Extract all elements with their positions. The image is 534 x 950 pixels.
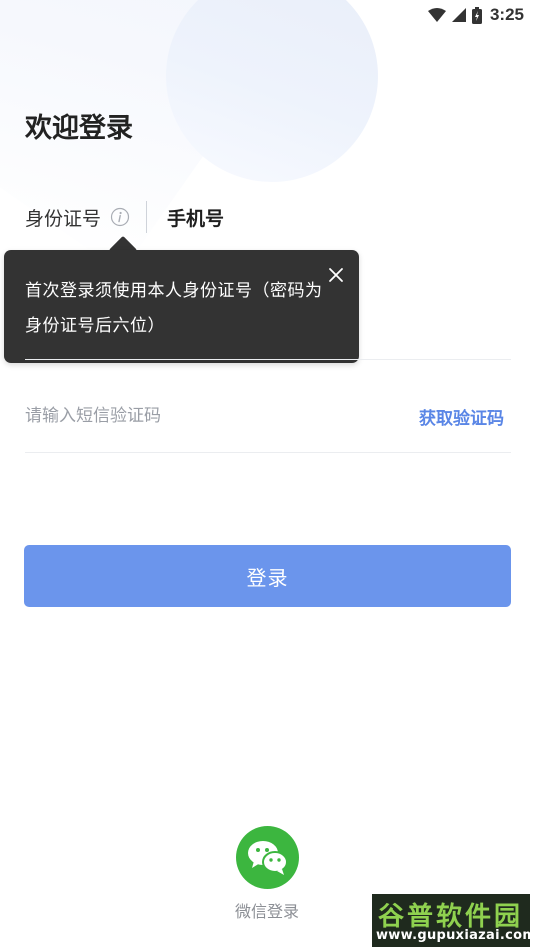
status-bar: 3:25 [427, 4, 524, 26]
tab-id-card[interactable]: 身份证号 [25, 204, 101, 231]
field-divider [25, 359, 511, 360]
sms-code-input[interactable] [25, 398, 385, 434]
page-title: 欢迎登录 [25, 113, 133, 144]
login-method-tabs: 身份证号 手机号 [25, 200, 224, 234]
id-card-tooltip: 首次登录须使用本人身份证号（密码为身份证号后六位） [4, 250, 359, 363]
tooltip-text: 首次登录须使用本人身份证号（密码为身份证号后六位） [25, 281, 323, 336]
wechat-icon [247, 840, 288, 875]
battery-icon [471, 6, 482, 24]
login-button[interactable]: 登录 [24, 545, 511, 607]
watermark-logo: 谷普软件园 www.gupuxiazai.com [372, 894, 530, 947]
cell-signal-icon [451, 8, 466, 22]
watermark-url: www.gupuxiazai.com [376, 928, 530, 943]
tab-phone[interactable]: 手机号 [167, 204, 224, 231]
close-icon[interactable] [325, 264, 347, 286]
info-icon[interactable] [110, 207, 130, 227]
field-divider [25, 452, 511, 453]
background-circle [166, 0, 378, 182]
tab-divider [146, 201, 148, 233]
wechat-login-button[interactable] [236, 826, 299, 889]
clock: 3:25 [489, 5, 524, 24]
get-code-button[interactable]: 获取验证码 [419, 404, 504, 429]
wifi-icon [427, 8, 446, 22]
